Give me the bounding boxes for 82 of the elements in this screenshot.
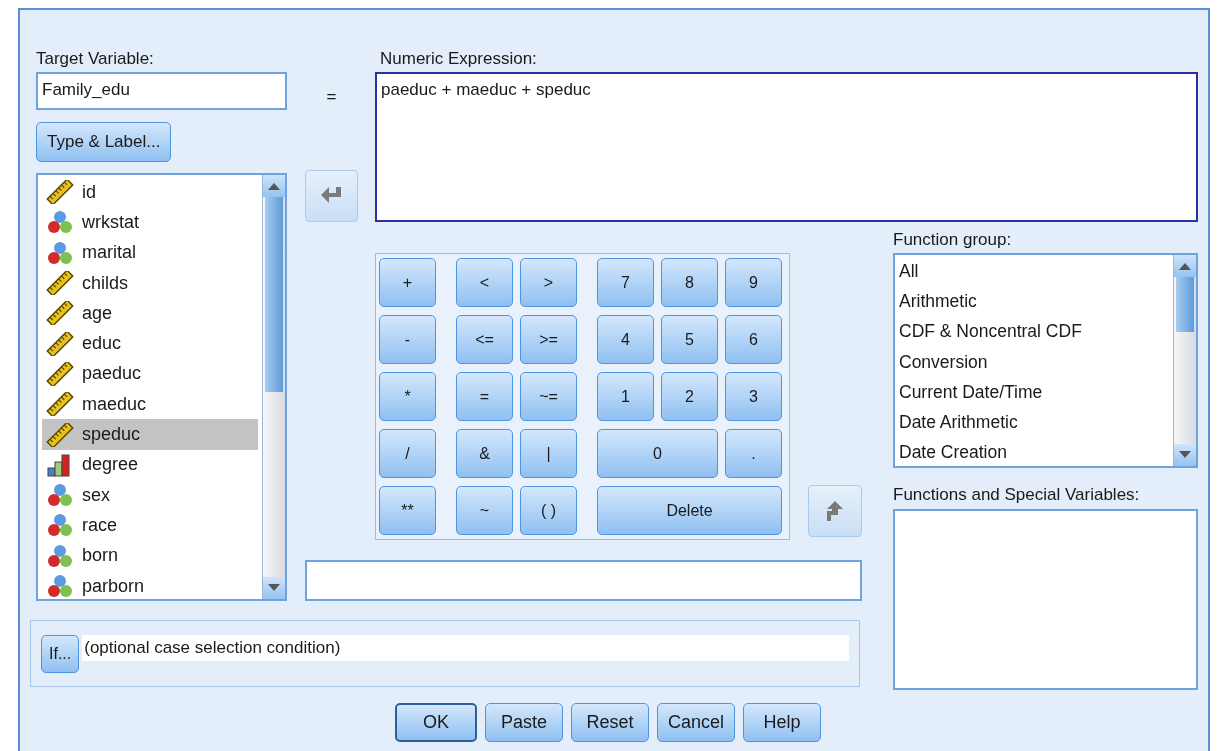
type-label-button[interactable]: Type & Label... bbox=[36, 122, 172, 162]
numeric-expression-field[interactable]: paeduc + maeduc + speduc bbox=[375, 72, 1198, 222]
if-button[interactable]: If... bbox=[41, 634, 80, 673]
keypad-key[interactable]: 9 bbox=[725, 258, 782, 307]
scroll-down-icon bbox=[1179, 451, 1191, 459]
blank-field[interactable] bbox=[305, 560, 862, 601]
keypad-key[interactable]: 5 bbox=[661, 315, 718, 364]
variable-item[interactable]: sex bbox=[42, 479, 258, 511]
equals-sign: = bbox=[326, 87, 337, 107]
three-balls-icon bbox=[46, 210, 74, 235]
dialog-button[interactable]: Paste bbox=[485, 703, 563, 742]
keypad-key[interactable]: Delete bbox=[597, 486, 782, 535]
variable-item[interactable]: marital bbox=[42, 237, 258, 268]
three-balls-icon bbox=[46, 240, 74, 265]
numeric-expression-label: Numeric Expression: bbox=[380, 49, 538, 69]
keypad-key[interactable]: * bbox=[379, 372, 436, 421]
scroll-thumb[interactable] bbox=[265, 197, 283, 392]
variable-item[interactable]: educ bbox=[42, 328, 258, 359]
variable-item[interactable]: wrkstat bbox=[42, 207, 258, 238]
keypad-key[interactable]: ** bbox=[379, 486, 436, 535]
keypad-key[interactable]: > bbox=[520, 258, 577, 307]
keypad-key[interactable]: 1 bbox=[597, 372, 654, 421]
variable-item[interactable]: childs bbox=[42, 267, 258, 299]
functions-label: Functions and Special Variables: bbox=[893, 485, 1140, 505]
function-group-item[interactable]: Current Date/Time bbox=[895, 376, 1173, 407]
scrollbar[interactable] bbox=[262, 175, 285, 599]
keypad-key[interactable]: ~ bbox=[456, 486, 513, 535]
function-group-item[interactable]: CDF & Noncentral CDF bbox=[895, 316, 1173, 347]
function-group-item[interactable]: Conversion bbox=[895, 346, 1173, 377]
keypad-key[interactable]: 3 bbox=[725, 372, 782, 421]
scroll-up-icon bbox=[1179, 262, 1191, 270]
variable-item[interactable]: born bbox=[42, 540, 258, 571]
keypad-key[interactable]: / bbox=[379, 429, 436, 478]
variable-item[interactable]: speduc bbox=[42, 419, 258, 450]
scroll-up-icon bbox=[268, 182, 280, 190]
keypad-key[interactable]: < bbox=[456, 258, 513, 307]
keypad-key[interactable]: + bbox=[379, 258, 436, 307]
variable-list[interactable]: id wrkstat marital childs age educ paeduc maeduc speduc degree sex race born parborn bbox=[36, 173, 287, 601]
keypad-key[interactable]: 4 bbox=[597, 315, 654, 364]
three-balls-icon bbox=[46, 574, 74, 598]
function-group-item[interactable]: Date Arithmetic bbox=[895, 406, 1173, 438]
keypad-key[interactable]: 8 bbox=[661, 258, 718, 307]
keypad-key[interactable]: 6 bbox=[725, 315, 782, 364]
target-variable-label: Target Variable: bbox=[36, 49, 155, 69]
dialog-button[interactable]: Help bbox=[743, 703, 821, 742]
turn-up-arrow-icon bbox=[825, 499, 845, 523]
keypad-key[interactable]: | bbox=[520, 429, 577, 478]
function-group-item[interactable]: Arithmetic bbox=[895, 286, 1173, 317]
dialog-button[interactable]: OK bbox=[395, 703, 477, 742]
dialog-button[interactable]: Reset bbox=[571, 703, 649, 742]
function-group-list[interactable]: All Arithmetic CDF & Noncentral CDF Conversion Current Date/Time Date Arithmetic Date Creation bbox=[893, 253, 1198, 468]
keypad-key[interactable]: ( ) bbox=[520, 486, 577, 535]
variable-item[interactable]: degree bbox=[42, 449, 258, 480]
keypad-key[interactable]: 7 bbox=[597, 258, 654, 307]
variable-item[interactable]: paeduc bbox=[42, 358, 258, 390]
scroll-down-icon bbox=[268, 584, 280, 592]
scroll-thumb[interactable] bbox=[1176, 277, 1194, 332]
variable-item[interactable]: race bbox=[42, 510, 258, 541]
scrollbar[interactable] bbox=[1173, 255, 1196, 466]
keypad-key[interactable]: <= bbox=[456, 315, 513, 364]
if-condition-field[interactable]: (optional case selection condition) bbox=[82, 635, 849, 661]
keypad-key[interactable]: . bbox=[725, 429, 782, 478]
variable-item[interactable]: parborn bbox=[42, 570, 258, 599]
functions-list[interactable] bbox=[893, 509, 1198, 690]
variable-item[interactable]: id bbox=[42, 177, 258, 208]
three-balls-icon bbox=[46, 483, 74, 508]
three-balls-icon bbox=[46, 543, 74, 568]
variable-item[interactable]: age bbox=[42, 298, 258, 329]
dialog-button[interactable]: Cancel bbox=[657, 703, 735, 742]
function-group-label: Function group: bbox=[893, 230, 1013, 250]
keypad-key[interactable]: 2 bbox=[661, 372, 718, 421]
keypad-key[interactable]: 0 bbox=[597, 429, 718, 478]
three-balls-icon bbox=[46, 513, 74, 538]
keypad-key[interactable]: - bbox=[379, 315, 436, 364]
function-group-item[interactable]: All bbox=[895, 256, 1173, 287]
keypad-key[interactable]: & bbox=[456, 429, 513, 478]
target-variable-field[interactable]: Family_edu bbox=[36, 72, 287, 110]
variable-item[interactable]: maeduc bbox=[42, 389, 258, 420]
keypad-key[interactable]: = bbox=[456, 372, 513, 421]
keypad-key[interactable]: ~= bbox=[520, 372, 577, 421]
function-group-item[interactable]: Date Creation bbox=[895, 437, 1173, 468]
keypad-key[interactable]: >= bbox=[520, 315, 577, 364]
